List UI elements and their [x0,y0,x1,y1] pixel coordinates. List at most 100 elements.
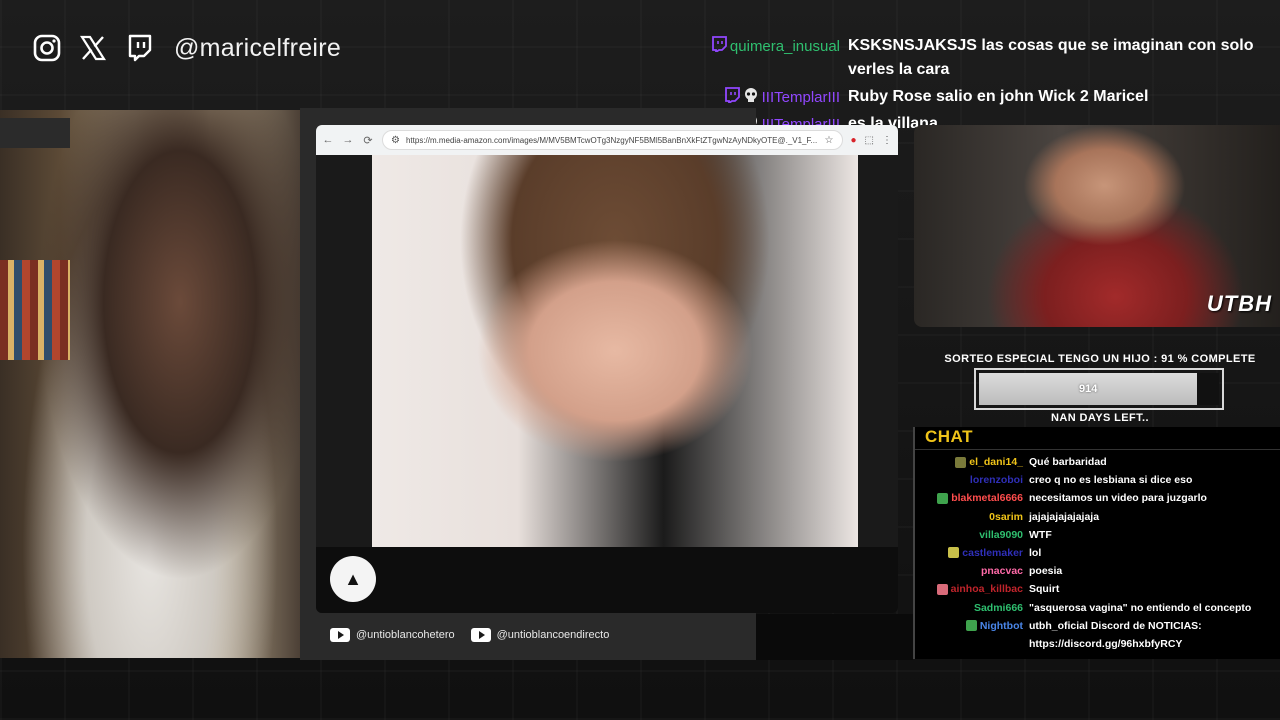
chat-user-cell: castlemaker [915,544,1023,562]
streamer-handle: @maricelfreire [174,33,342,62]
giveaway-title: SORTEO ESPECIAL TENGO UN HIJO : 91 % COM… [944,353,1256,365]
chat-text: poesia [1029,565,1063,578]
skull-badge-icon [743,87,759,108]
youtube-channel-2: @untioblancoendirecto [470,628,610,642]
chat-text: utbh_oficial Discord de NOTICIAS: https:… [1029,619,1202,650]
days-left-text: NAN DAYS LEFT.. [1051,412,1149,424]
progress-track: 914 [979,373,1219,405]
browser-dark-area [316,547,898,613]
youtube-channels: @untioblancohetero @untioblancoendirecto [330,628,609,642]
chat-message: blakmetal6666 necesitamos un video para j… [915,489,1280,507]
chat-username: castlemaker [962,546,1023,559]
chat-panel: CHAT el_dani14_ Qué barbaridad lorenzoboi c… [913,427,1280,659]
chat-username: pnacvac [980,565,1023,578]
chat-username: 0sarim [989,510,1023,523]
chat-message: castlemaker lol [915,544,1280,562]
browser-window: ← → ⟳ ⚙ https://m.media-amazon.com/image… [316,125,898,613]
top-chat-header: quimera_inusual [711,34,840,57]
chat-message: 0sarim jajajajajajajaja [915,508,1280,526]
chat-user-cell: lorenzoboi [915,471,1023,489]
social-header: @maricelfreire [32,30,341,66]
chat-username: el_dani14_ [969,456,1023,468]
address-bar[interactable]: ⚙ https://m.media-amazon.com/images/M/MV… [382,130,843,150]
utbh-logo: UTBH [1206,291,1272,316]
chat-username: villa9090 [979,528,1023,541]
site-info-icon[interactable]: ⚙ [391,135,400,146]
url-text: https://m.media-amazon.com/images/M/MV5B… [405,135,818,145]
chat-badge-icon [936,583,948,595]
chat-username: ainhoa_killbac [950,583,1023,596]
chat-message: Nightbot utbh_oficial Discord de NOTICIAS… [915,617,1280,653]
menu-icon[interactable]: ⋮ [882,135,892,146]
chat-user-cell: Nightbot [915,617,1023,635]
chat-message: lorenzoboi creo q no es lesbiana si dice … [915,471,1280,489]
chat-text: "asquerosa vagina" no entiendo el concep… [1029,601,1252,614]
chat-message: villa9090 WTF [915,526,1280,544]
chat-text: lol [1029,546,1042,559]
youtube-channel-name: @untioblancohetero [356,629,455,641]
progress-fill: 914 [979,373,1198,405]
extensions-icon[interactable]: ⬚ [865,135,874,146]
twitch-icon [124,33,154,63]
chat-message: pnacvac poesia [915,562,1280,580]
top-chat-message: quimera_inusual KSKSNSJAKSJS las cosas qu… [690,34,1270,82]
panel-spacer [756,614,913,660]
chat-user-cell: ainhoa_killbac [915,580,1023,598]
chat-divider [915,449,1280,450]
bookshelf [0,260,70,360]
forward-icon[interactable]: → [342,134,354,146]
youtube-icon [470,628,491,642]
webcam-guest: UTBH [914,125,1280,327]
chat-user-cell: 0sarim [915,508,1023,526]
chat-badge-icon [965,620,977,632]
top-chat-username: IIITemplarIII [761,89,840,106]
bookmark-icon[interactable]: ☆ [825,135,834,146]
browser-toolbar: ← → ⟳ ⚙ https://m.media-amazon.com/image… [316,125,898,155]
channel-logo-icon: ▲ [330,556,376,602]
chat-text: Qué barbaridad [1029,456,1107,468]
top-chat-user-cell: IIITemplarIII [690,85,840,108]
chat-user-cell: Sadmi666 [915,599,1023,617]
top-chat-header: IIITemplarIII [724,85,840,108]
chat-user-cell: el_dani14_ [915,453,1023,471]
chat-message-list: el_dani14_ Qué barbaridad lorenzoboi creo q… [915,453,1280,653]
back-icon[interactable]: ← [322,134,334,146]
top-chat-username: quimera_inusual [729,38,840,55]
chat-badge-icon [955,456,967,468]
youtube-channel-name: @untioblancoendirecto [496,629,610,641]
chat-title: CHAT [925,427,973,446]
top-chat-user-cell: quimera_inusual [690,34,840,57]
chat-text: creo q no es lesbiana si dice eso [1029,474,1193,487]
chat-user-cell: pnacvac [915,562,1023,580]
displayed-photo [372,155,858,547]
chat-message: Sadmi666 "asquerosa vagina" no entiendo e… [915,599,1280,617]
opera-icon[interactable]: ● [851,135,857,146]
chat-username: blakmetal6666 [951,492,1023,505]
top-chat-message: IIITemplarIII Ruby Rose salio en john Wic… [690,85,1270,109]
chat-text: necesitamos un video para juzgarlo [1029,492,1207,505]
top-chat-text: KSKSNSJAKSJS las cosas que se imaginan c… [848,37,1254,78]
x-icon [78,33,108,63]
twitch-badge-icon [711,36,727,57]
chat-text: jajajajajajajaja [1029,510,1100,523]
youtube-channel-1: @untioblancohetero [330,628,455,642]
chat-badge-icon [937,492,949,504]
chat-username: Sadmi666 [973,601,1023,614]
chat-message: el_dani14_ Qué barbaridad [915,453,1280,471]
top-chat-overlay: quimera_inusual KSKSNSJAKSJS las cosas qu… [690,34,1270,139]
top-chat-text: Ruby Rose salio en john Wick 2 Maricel [848,88,1149,105]
giveaway-progress-bar: 914 [974,368,1224,410]
chat-username: Nightbot [979,619,1023,632]
twitch-badge-icon [724,87,740,108]
chat-badge-icon [948,547,960,559]
reload-icon[interactable]: ⟳ [362,134,374,147]
chat-text: Squirt [1029,583,1060,596]
chat-user-cell: blakmetal6666 [915,489,1023,507]
instagram-icon [32,33,62,63]
youtube-icon [330,628,350,642]
chat-message: ainhoa_killbac Squirt [915,580,1280,598]
progress-label: 914 [1079,383,1098,395]
chat-username: lorenzoboi [969,474,1023,487]
bookshelf-top [0,118,70,148]
chat-text: WTF [1029,528,1052,541]
